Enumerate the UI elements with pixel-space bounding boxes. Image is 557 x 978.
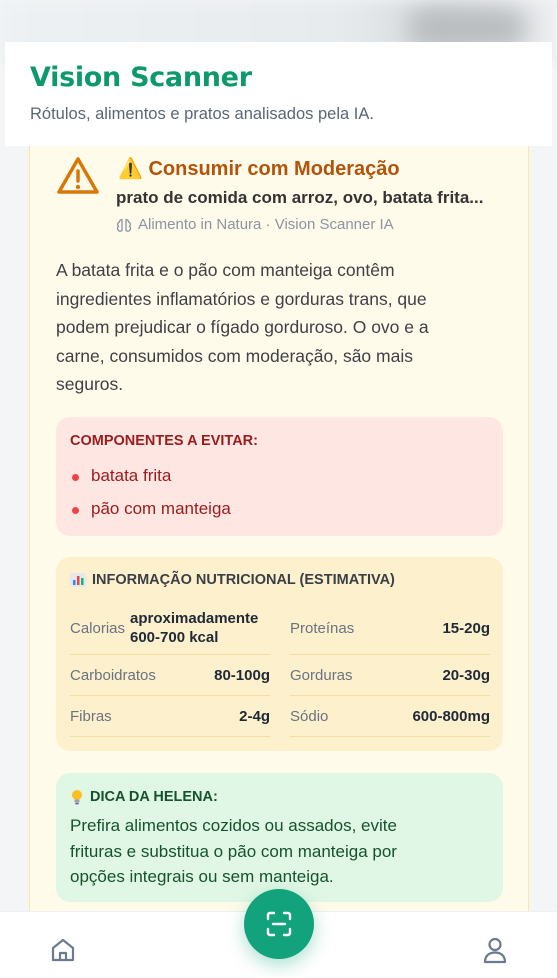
result-description: A batata frita e o pão com manteiga cont… [56, 260, 429, 394]
nutrition-row: Gorduras 20-30g [290, 655, 490, 696]
tip-box: DICA DA HELENA: Prefira alimentos cozido… [56, 773, 503, 902]
list-item: batata frita [70, 459, 489, 492]
bullet-icon [72, 507, 79, 514]
tip-text: Prefira alimentos cozidos ou assados, ev… [70, 816, 397, 886]
nutrition-row: Carboidratos 80-100g [70, 655, 270, 696]
nutrition-row: Fibras 2-4g [70, 696, 270, 737]
app-title: Vision Scanner [30, 62, 252, 93]
nutrition-row: Calorias aproximadamente 600-700 kcal [70, 602, 270, 655]
source-label: Alimento in Natura · Vision Scanner IA [138, 216, 394, 233]
tip-title: DICA DA HELENA: [70, 789, 489, 805]
scan-button[interactable] [244, 889, 314, 959]
nutrition-row: Sódio 600-800mg [290, 696, 490, 737]
scan-icon [266, 911, 292, 937]
avoid-components-box: COMPONENTES A EVITAR: batata frita pão c… [56, 417, 503, 536]
avoid-title: COMPONENTES A EVITAR: [70, 433, 258, 449]
app-subtitle: Rótulos, alimentos e pratos analisados p… [30, 105, 374, 123]
avoid-list: batata frita pão com manteiga [70, 459, 489, 525]
home-icon[interactable] [49, 936, 77, 964]
app-header: Vision Scanner Rótulos, alimentos e prat… [5, 42, 552, 146]
nutrition-row: Proteínas 15-20g [290, 602, 490, 655]
warning-icon [57, 157, 99, 194]
user-icon[interactable] [482, 936, 508, 964]
nutrition-box: INFORMAÇÃO NUTRICIONAL (ESTIMATIVA) Calo… [56, 557, 503, 751]
food-name: prato de comida com arroz, ovo, batata f… [116, 188, 484, 207]
nutrition-grid: Calorias aproximadamente 600-700 kcal Pr… [70, 602, 490, 737]
status-title: ⚠️ Consumir com Moderação [118, 158, 400, 180]
source-row: Alimento in Natura · Vision Scanner IA [116, 216, 394, 233]
lightbulb-icon [72, 790, 82, 805]
bar-chart-icon [70, 573, 86, 587]
list-item: pão com manteiga [70, 492, 489, 525]
nutrition-title: INFORMAÇÃO NUTRICIONAL (ESTIMATIVA) [70, 572, 489, 588]
brain-icon [116, 218, 132, 232]
bullet-icon [72, 474, 79, 481]
result-card: ⚠️ Consumir com Moderação prato de comid… [29, 146, 529, 926]
